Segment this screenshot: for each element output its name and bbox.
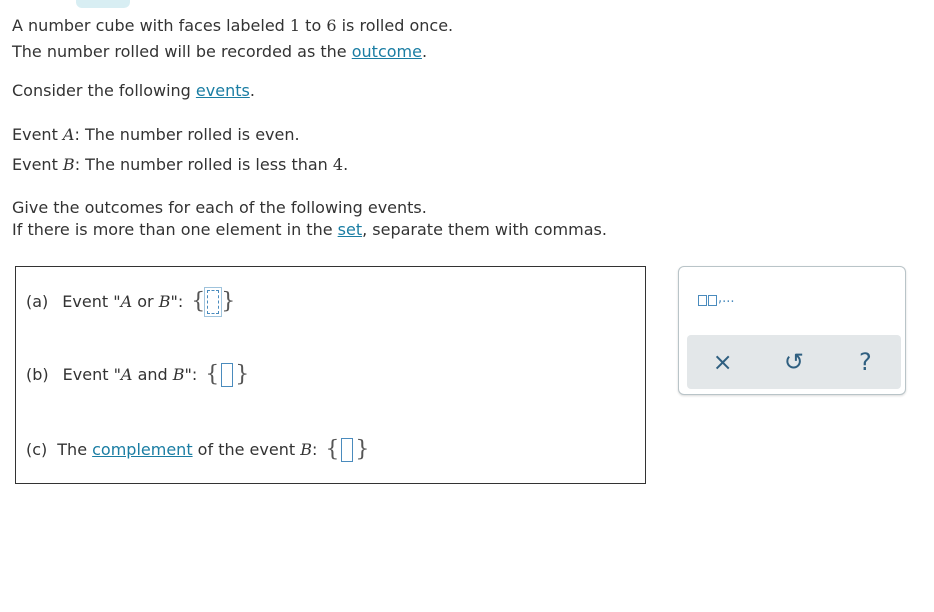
question-text: ": [170, 292, 184, 311]
question-text: : [311, 440, 318, 459]
math-toolbox: ,... × ↺ ? [678, 266, 906, 395]
event-label: Event [12, 125, 63, 144]
var-a: A [120, 292, 133, 311]
help-glyph: ? [858, 348, 872, 376]
events-link[interactable]: events [196, 81, 250, 100]
answer-b-set: {} [205, 363, 249, 387]
intro-text: Consider the following [12, 81, 196, 100]
question-c-label: (c) [26, 440, 48, 459]
instruction-text: , separate them with commas. [362, 220, 607, 239]
intro-text: is rolled once. [336, 16, 454, 35]
question-text: The [57, 440, 93, 459]
intro-text: to [300, 16, 327, 35]
help-icon[interactable]: ? [850, 347, 880, 377]
clear-glyph: × [712, 348, 733, 376]
question-a-label: (a) [26, 292, 49, 311]
number-4: 4 [332, 155, 344, 174]
answer-c-set: {} [325, 438, 369, 462]
intro-text: . [249, 81, 255, 100]
question-text: ": [184, 365, 198, 384]
undo-glyph: ↺ [783, 348, 805, 376]
clear-icon[interactable]: × [708, 347, 738, 377]
complement-link[interactable]: complement [92, 440, 192, 459]
instruction-text: Give the outcomes for each of the follow… [12, 198, 427, 217]
answer-c-input[interactable] [341, 438, 354, 462]
answer-a-set: {} [191, 287, 236, 317]
question-text: of the event [192, 440, 301, 459]
instruction-text: If there is more than one element in the [12, 220, 338, 239]
question-text: or [132, 292, 159, 311]
event-var-b: B [62, 155, 75, 174]
intro-line-1: A number cube with faces labeled 1 to 6 … [12, 16, 453, 36]
top-tab [76, 0, 130, 8]
event-label: Event [12, 155, 63, 174]
var-b: B [300, 440, 312, 459]
var-a: A [120, 365, 133, 384]
event-var-a: A [62, 125, 75, 144]
var-b: B [158, 292, 171, 311]
question-text: Event " [62, 292, 121, 311]
answer-b-input[interactable] [221, 363, 234, 387]
var-b: B [172, 365, 185, 384]
event-b-end: . [343, 155, 349, 174]
event-a-definition: Event A: The number rolled is even. [12, 125, 300, 145]
number-6: 6 [326, 16, 337, 35]
number-1: 1 [289, 16, 301, 35]
question-b-label: (b) [26, 365, 49, 384]
answer-a-input[interactable] [204, 287, 223, 317]
brace-close: } [355, 437, 370, 462]
instruction-line-2: If there is more than one element in the… [12, 220, 607, 240]
brace-open: { [191, 289, 206, 314]
brace-open: { [205, 362, 220, 387]
question-c: (c) The complement of the event B: {} [26, 438, 369, 462]
question-text: Event " [62, 365, 121, 384]
question-text: and [132, 365, 173, 384]
question-a: (a) Event "A or B": {} [26, 287, 236, 317]
event-b-text: : The number rolled is less than [74, 155, 333, 174]
outcome-link[interactable]: outcome [352, 42, 422, 61]
question-box: (a) Event "A or B": {} (b) Event "A and … [15, 266, 646, 484]
event-b-definition: Event B: The number rolled is less than … [12, 155, 348, 175]
intro-text: The number rolled will be recorded as th… [12, 42, 352, 61]
set-template-label: ,... [718, 291, 735, 306]
intro-line-2: The number rolled will be recorded as th… [12, 42, 427, 62]
set-template-icon[interactable]: ,... [698, 291, 735, 306]
intro-text: . [421, 42, 428, 61]
undo-icon[interactable]: ↺ [779, 347, 809, 377]
instruction-line-1: Give the outcomes for each of the follow… [12, 198, 427, 218]
toolbox-action-bar: × ↺ ? [687, 335, 901, 389]
brace-close: } [235, 362, 250, 387]
set-link[interactable]: set [338, 220, 362, 239]
question-b: (b) Event "A and B": {} [26, 363, 249, 387]
event-a-text: : The number rolled is even. [74, 125, 300, 144]
intro-line-3: Consider the following events. [12, 81, 255, 101]
brace-close: } [221, 289, 236, 314]
brace-open: { [325, 437, 340, 462]
intro-text: A number cube with faces labeled [12, 16, 290, 35]
